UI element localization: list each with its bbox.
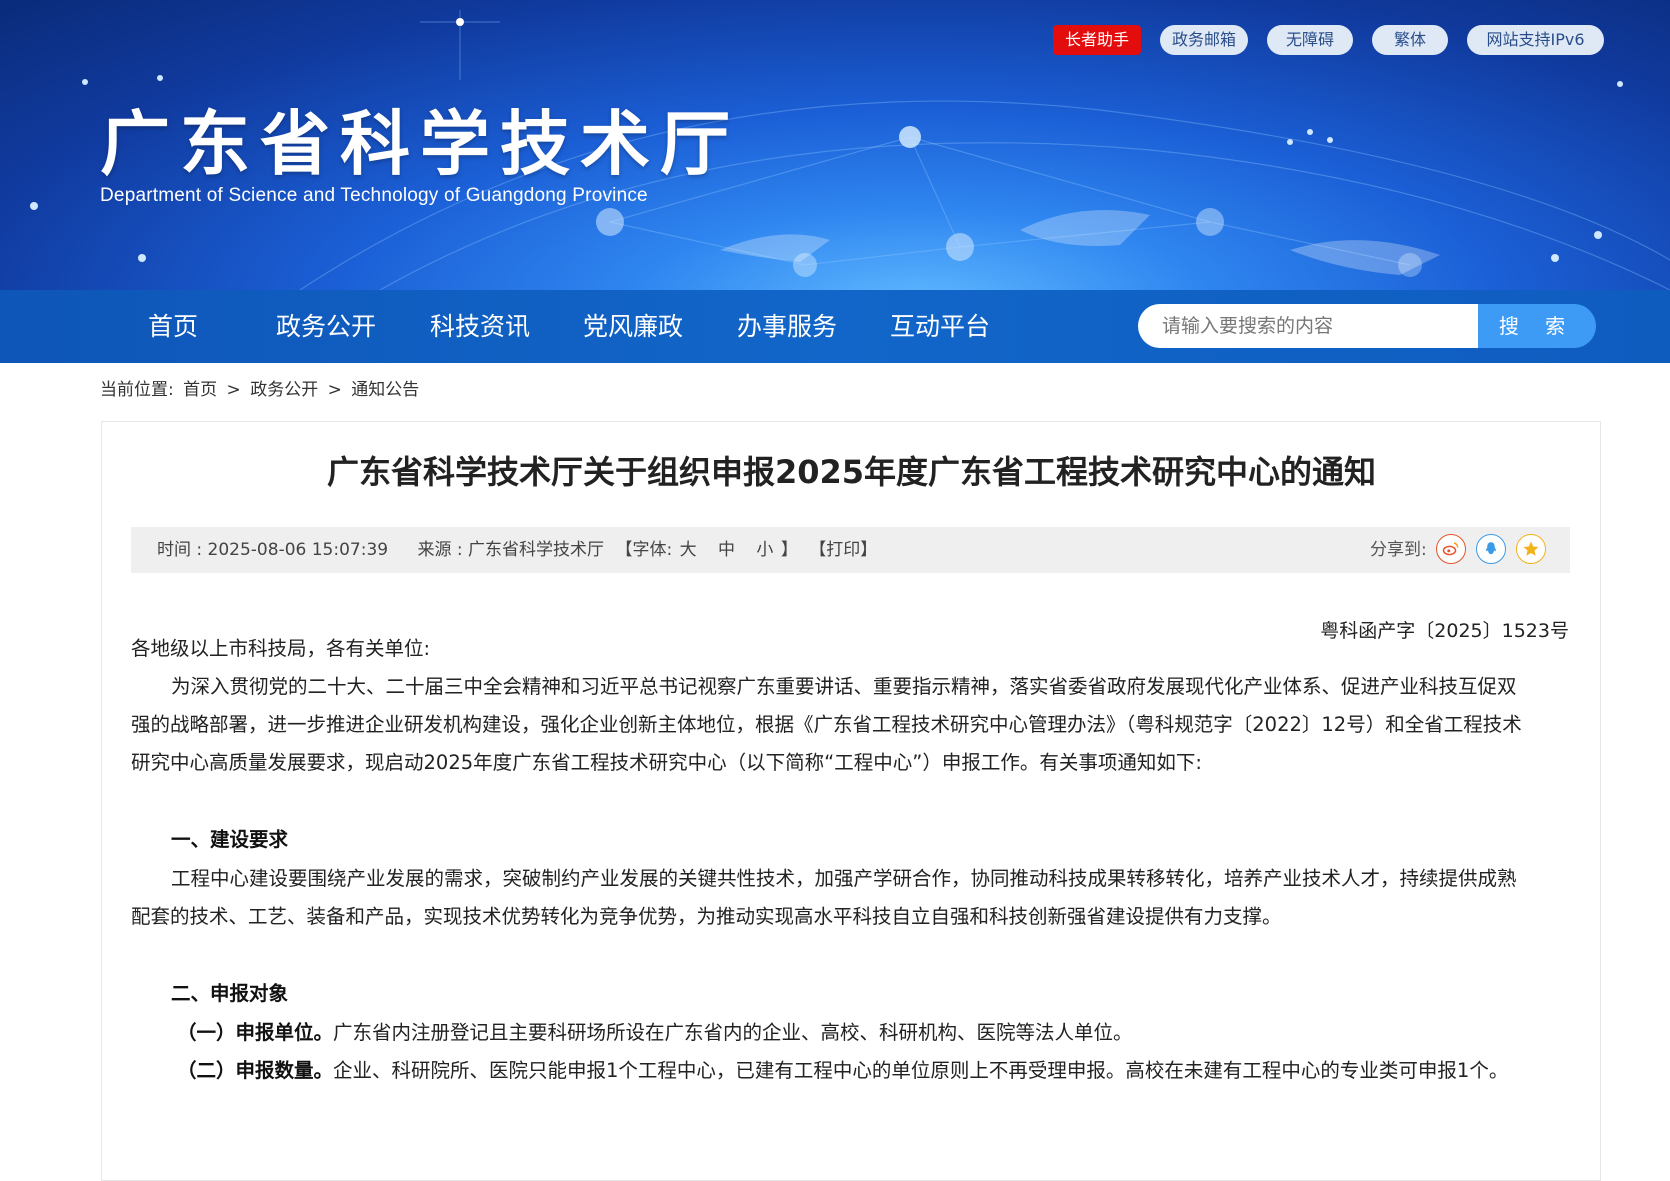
breadcrumb-prefix: 当前位置: xyxy=(100,380,174,400)
intro-paragraph-line: 为深入贯彻党的二十大、二十届三中全会精神和习近平总书记视察广东重要讲话、重要指示… xyxy=(171,675,1517,698)
font-size-medium[interactable]: 中 xyxy=(718,540,735,560)
item-label: （一）申报单位。 xyxy=(177,1021,334,1044)
breadcrumb-home[interactable]: 首页 xyxy=(183,380,217,400)
salutation: 各地级以上市科技局，各有关单位: xyxy=(131,637,431,660)
traditional-chinese-link[interactable]: 繁体 xyxy=(1372,25,1448,55)
print-button[interactable]: 【打印】 xyxy=(809,540,877,560)
font-size-small[interactable]: 小 xyxy=(756,540,773,560)
breadcrumb-separator: > xyxy=(327,380,342,400)
breadcrumb: 当前位置: 首页 > 政务公开 > 通知公告 xyxy=(100,375,423,400)
site-title: 广东省科学技术厅 xyxy=(100,103,740,185)
section1-paragraph-line: 工程中心建设要围绕产业发展的需求，突破制约产业发展的关键共性技术，加强产学研合作… xyxy=(171,867,1517,890)
ipv6-support-link[interactable]: 网站支持IPv6 xyxy=(1467,25,1604,55)
nav-interaction-platform[interactable]: 互动平台 xyxy=(890,310,990,344)
section-heading-applicants: 二、申报对象 xyxy=(171,982,289,1005)
font-size-large[interactable]: 大 xyxy=(680,540,697,560)
nav-services[interactable]: 办事服务 xyxy=(737,310,837,344)
breadcrumb-notices[interactable]: 通知公告 xyxy=(351,380,419,400)
item-label: （二）申报数量。 xyxy=(177,1059,334,1082)
weibo-icon[interactable] xyxy=(1436,534,1466,564)
section-heading-construction: 一、建设要求 xyxy=(171,828,289,851)
font-size-label: 【字体: xyxy=(615,540,673,560)
nav-tech-news[interactable]: 科技资讯 xyxy=(430,310,530,344)
search-input[interactable] xyxy=(1138,304,1478,348)
article-title: 广东省科学技术厅关于组织申报2025年度广东省工程技术研究中心的通知 xyxy=(326,453,1377,491)
article-meta: 时间 : 2025-08-06 15:07:39 来源 : 广东省科学技术厅 【… xyxy=(157,527,883,573)
section1-paragraph-line: 配套的技术、工艺、装备和产品，实现技术优势转化为竞争优势，为推动实现高水平科技自… xyxy=(131,905,1282,928)
font-size-close: 】 xyxy=(780,540,798,560)
item-text: 企业、科研院所、医院只能申报1个工程中心，已建有工程中心的单位原则上不再受理申报… xyxy=(333,1059,1509,1082)
article-source: 来源 : 广东省科学技术厅 xyxy=(417,540,605,560)
item-text: 广东省内注册登记且主要科研场所设在广东省内的企业、高校、科研机构、医院等法人单位… xyxy=(333,1021,1133,1044)
gov-mailbox-link[interactable]: 政务邮箱 xyxy=(1160,25,1248,55)
header-banner: 广东省科学技术厅 Department of Science and Techn… xyxy=(0,0,1670,290)
intro-paragraph-line: 强的战略部署，进一步推进企业研发机构建设，强化企业创新主体地位，根据《广东省工程… xyxy=(131,713,1522,736)
section2-item: （二）申报数量。企业、科研院所、医院只能申报1个工程中心，已建有工程中心的单位原… xyxy=(177,1054,1508,1083)
site-subtitle: Department of Science and Technology of … xyxy=(100,185,648,206)
breadcrumb-government-affairs[interactable]: 政务公开 xyxy=(250,380,318,400)
document-number: 粤科函产字〔2025〕1523号 xyxy=(1320,620,1569,642)
accessibility-link[interactable]: 无障碍 xyxy=(1267,25,1353,55)
qq-icon[interactable] xyxy=(1476,534,1506,564)
nav-home[interactable]: 首页 xyxy=(148,310,198,344)
nav-government-affairs[interactable]: 政务公开 xyxy=(276,310,376,344)
favorite-star-icon[interactable] xyxy=(1516,534,1546,564)
search-button[interactable]: 搜 索 xyxy=(1478,304,1596,348)
breadcrumb-separator: > xyxy=(226,380,241,400)
intro-paragraph-line: 研究中心高质量发展要求，现启动2025年度广东省工程技术研究中心（以下简称“工程… xyxy=(131,751,1202,774)
section2-item: （一）申报单位。广东省内注册登记且主要科研场所设在广东省内的企业、高校、科研机构… xyxy=(177,1016,1133,1045)
article-meta-bar: 时间 : 2025-08-06 15:07:39 来源 : 广东省科学技术厅 【… xyxy=(131,527,1570,573)
nav-party-integrity[interactable]: 党风廉政 xyxy=(583,310,683,344)
main-nav: 首页 政务公开 科技资讯 党风廉政 办事服务 互动平台 搜 索 xyxy=(0,290,1670,363)
publish-time: 时间 : 2025-08-06 15:07:39 xyxy=(157,540,389,560)
elder-assistant-link[interactable]: 长者助手 xyxy=(1053,25,1141,55)
share-label: 分享到: xyxy=(1370,540,1427,560)
